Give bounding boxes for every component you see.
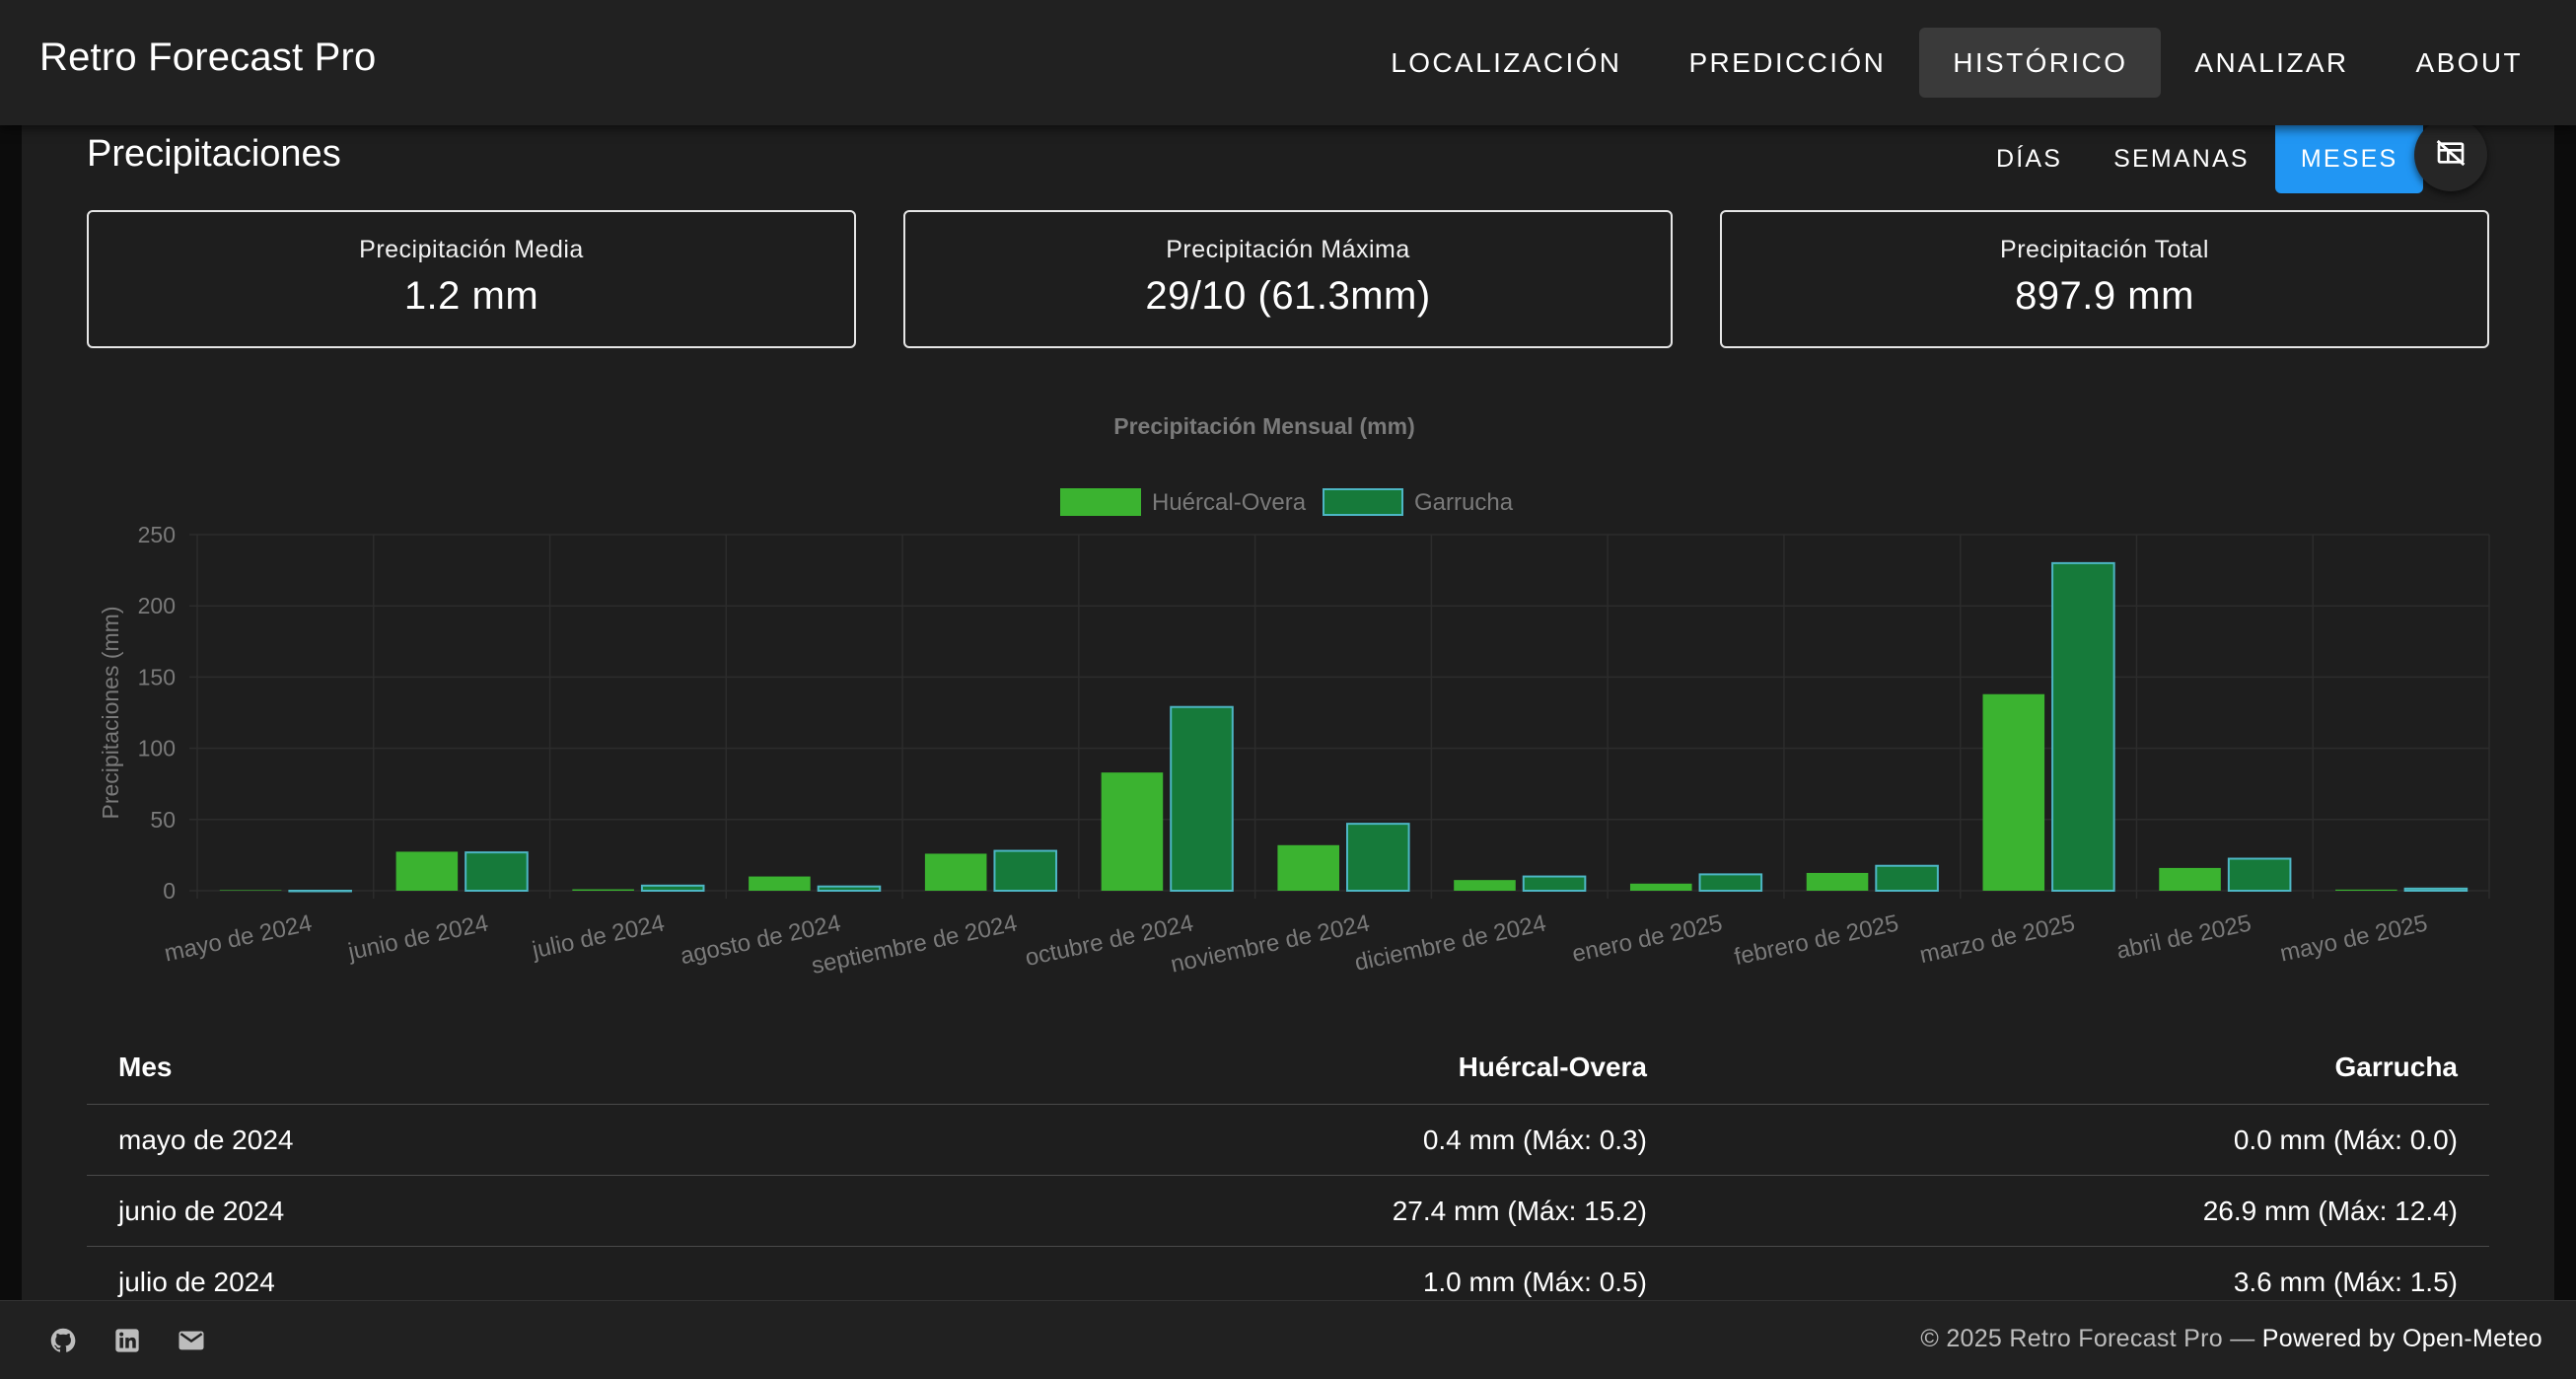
bar-huercal — [1806, 872, 1869, 891]
bar-huercal — [1982, 693, 2045, 891]
bar-garrucha — [2227, 857, 2292, 893]
bar-garrucha — [1170, 705, 1234, 892]
table-row: mayo de 2024 0.4 mm (Máx: 0.3) 0.0 mm (M… — [87, 1105, 2489, 1176]
x-tick-label: abril de 2025 — [2114, 909, 2254, 964]
stat-total: Precipitación Total 897.9 mm — [1720, 210, 2489, 348]
x-tick-label: julio de 2024 — [529, 909, 667, 964]
bar-huercal — [1629, 883, 1692, 891]
table-cell-huercal: 0.4 mm (Máx: 0.3) — [1422, 1124, 1647, 1155]
legend-swatch-huercal — [1060, 488, 1141, 516]
section-title: Precipitaciones — [87, 133, 341, 175]
bar-huercal — [219, 890, 282, 891]
legend-label-huercal: Huércal-Overa — [1152, 489, 1307, 516]
precipitation-chart: Precipitación Mensual (mm) Huércal-Overa G… — [87, 404, 2493, 996]
bar-huercal — [2159, 867, 2221, 891]
main-nav: LOCALIZACIÓN PREDICCIÓN HISTÓRICO ANALIZ… — [1357, 28, 2556, 98]
table-cell-month: junio de 2024 — [118, 1195, 285, 1226]
stat-maximum-label: Precipitación Máxima — [1166, 236, 1410, 263]
bar-garrucha — [465, 851, 529, 893]
table-row: junio de 2024 27.4 mm (Máx: 15.2) 26.9 m… — [87, 1176, 2489, 1247]
nav-about[interactable]: ABOUT — [2383, 28, 2556, 98]
stat-maximum-value: 29/10 (61.3mm) — [1145, 274, 1431, 318]
nav-prediccion[interactable]: PREDICCIÓN — [1655, 28, 1919, 98]
app-bar: Retro Forecast Pro LOCALIZACIÓN PREDICCI… — [0, 0, 2576, 125]
bar-garrucha — [993, 849, 1058, 892]
right-gutter — [2554, 0, 2576, 1379]
x-tick-label: mayo de 2025 — [2277, 909, 2429, 967]
y-tick-label: 150 — [138, 664, 176, 690]
footer-powered-by[interactable]: Powered by Open-Meteo — [2262, 1325, 2542, 1352]
x-tick-label: febrero de 2025 — [1732, 909, 1900, 971]
bar-garrucha — [817, 885, 882, 892]
y-tick-label: 0 — [163, 878, 176, 904]
toggle-table-button[interactable] — [2414, 118, 2487, 191]
bar-huercal — [924, 853, 987, 891]
y-tick-label: 100 — [138, 736, 176, 762]
range-toggle-group: DÍAS SEMANAS MESES — [1970, 124, 2424, 193]
footer-credits: © 2025 Retro Forecast Pro — Powered by O… — [1920, 1325, 2542, 1353]
stat-average-value: 1.2 mm — [403, 274, 539, 318]
bar-garrucha — [1522, 875, 1587, 892]
x-tick-label: diciembre de 2024 — [1352, 909, 1548, 976]
x-tick-label: septiembre de 2024 — [810, 909, 1020, 980]
footer-copyright: © 2025 Retro Forecast Pro — — [1920, 1325, 2262, 1352]
github-icon[interactable] — [47, 1325, 79, 1356]
range-months-button[interactable]: MESES — [2274, 124, 2424, 193]
chart-svg: Precipitación Mensual (mm) Huércal-Overa G… — [98, 413, 2490, 980]
bar-garrucha — [640, 884, 705, 893]
range-days-button[interactable]: DÍAS — [1970, 124, 2088, 193]
stat-average-label: Precipitación Media — [359, 236, 584, 263]
legend-label-garrucha: Garrucha — [1414, 489, 1514, 516]
table-header-row: Mes Huércal-Overa Garrucha — [87, 1031, 2489, 1105]
stat-maximum: Precipitación Máxima 29/10 (61.3mm) — [903, 210, 1673, 348]
bar-huercal — [2335, 889, 2397, 891]
stat-average: Precipitación Media 1.2 mm — [87, 210, 856, 348]
bar-garrucha — [2051, 561, 2115, 892]
footer: © 2025 Retro Forecast Pro — Powered by O… — [0, 1300, 2576, 1379]
x-tick-label: enero de 2025 — [1570, 909, 1725, 968]
bar-huercal — [572, 889, 634, 891]
table-cell-garrucha: 0.0 mm (Máx: 0.0) — [2233, 1124, 2458, 1155]
table-cell-huercal: 27.4 mm (Máx: 15.2) — [1392, 1195, 1647, 1226]
table-off-icon — [2435, 137, 2467, 174]
x-tick-label: marzo de 2025 — [1917, 909, 2077, 969]
table-header-month: Mes — [118, 1052, 173, 1082]
legend-swatch-garrucha — [1323, 488, 1403, 516]
bar-huercal — [395, 851, 459, 891]
email-icon[interactable] — [176, 1325, 207, 1356]
app-title[interactable]: Retro Forecast Pro — [39, 36, 377, 80]
nav-analizar[interactable]: ANALIZAR — [2161, 28, 2382, 98]
bar-huercal — [749, 876, 811, 891]
footer-social-links — [47, 1325, 207, 1356]
y-tick-label: 200 — [138, 593, 176, 618]
bar-huercal — [1454, 880, 1516, 891]
range-weeks-button[interactable]: SEMANAS — [2088, 124, 2275, 193]
bar-huercal — [1277, 844, 1339, 891]
bar-garrucha — [1875, 864, 1939, 893]
nav-localizacion[interactable]: LOCALIZACIÓN — [1357, 28, 1655, 98]
table-header-huercal: Huércal-Overa — [1458, 1052, 1647, 1082]
stat-total-label: Precipitación Total — [2000, 236, 2209, 263]
left-gutter — [0, 0, 22, 1379]
linkedin-icon[interactable] — [111, 1325, 143, 1356]
table-cell-garrucha: 26.9 mm (Máx: 12.4) — [2202, 1195, 2458, 1226]
y-tick-label: 250 — [138, 522, 176, 547]
bar-garrucha — [288, 890, 352, 893]
y-tick-label: 50 — [150, 807, 176, 833]
x-tick-label: mayo de 2024 — [162, 909, 314, 967]
bar-garrucha — [1698, 873, 1763, 893]
table-cell-month: mayo de 2024 — [118, 1124, 294, 1155]
stat-total-value: 897.9 mm — [2015, 274, 2194, 318]
x-tick-label: junio de 2024 — [345, 909, 491, 966]
bar-garrucha — [2403, 887, 2469, 893]
bar-garrucha — [1346, 823, 1410, 892]
nav-historico[interactable]: HISTÓRICO — [1919, 28, 2162, 98]
precipitation-table: Mes Huércal-Overa Garrucha mayo de 2024 … — [87, 1031, 2489, 1318]
x-tick-label: noviembre de 2024 — [1169, 909, 1373, 978]
y-axis-label: Precipitaciones (mm) — [98, 607, 123, 820]
bar-huercal — [1101, 772, 1164, 891]
chart-title: Precipitación Mensual (mm) — [1113, 413, 1414, 439]
table-header-garrucha: Garrucha — [2334, 1052, 2459, 1082]
